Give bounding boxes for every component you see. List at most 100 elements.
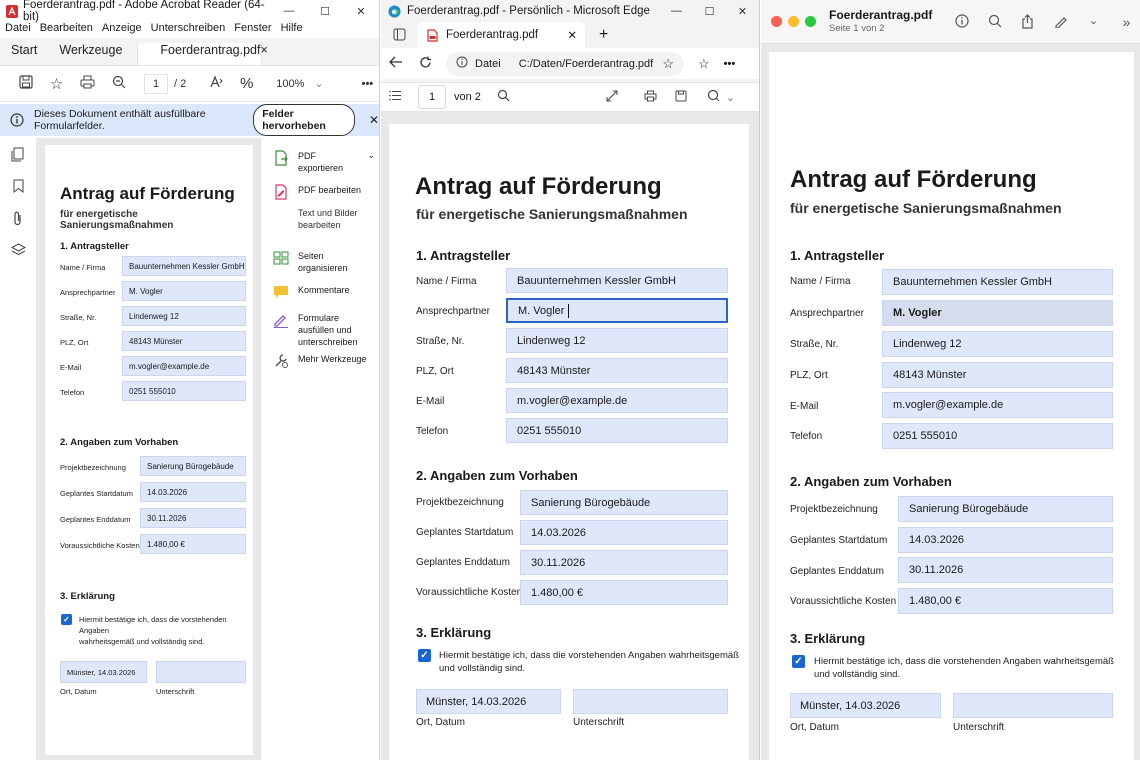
field-street[interactable]: Lindenweg 12	[882, 331, 1113, 357]
attachment-icon[interactable]	[0, 202, 36, 234]
maximize-button[interactable]: ☐	[307, 5, 343, 18]
page-number-input[interactable]: 1	[418, 85, 446, 109]
markup-pen-icon[interactable]	[1044, 14, 1077, 32]
field-name[interactable]: Bauunternehmen Kessler GmbH	[506, 268, 728, 293]
field-start[interactable]: 14.03.2026	[520, 520, 728, 545]
field-name[interactable]: Bauunternehmen Kessler GmbH	[122, 256, 246, 276]
new-tab-button[interactable]: +	[599, 26, 608, 44]
pages-icon[interactable]	[0, 138, 36, 170]
field-city[interactable]: 48143 Münster	[882, 362, 1113, 388]
minimize-button[interactable]: —	[660, 5, 693, 18]
field-email[interactable]: m.vogler@example.de	[122, 356, 246, 376]
tool-edit-pdf[interactable]: PDF bearbeiten	[261, 184, 379, 200]
back-icon[interactable]	[389, 56, 403, 71]
search-icon[interactable]	[497, 89, 510, 105]
field-project[interactable]: Sanierung Bürogebäude	[898, 496, 1113, 522]
field-place-date[interactable]: Münster, 14.03.2026	[790, 693, 941, 718]
zoom-icon[interactable]	[978, 14, 1011, 32]
minimize-dot[interactable]	[788, 16, 799, 27]
field-cost[interactable]: 1.480,00 €	[898, 588, 1113, 614]
url-bar[interactable]: Datei C:/Daten/Foerderantrag.pdf ☆	[446, 51, 684, 76]
expand-more-icon[interactable]: »	[1110, 14, 1140, 32]
field-street[interactable]: Lindenweg 12	[122, 306, 246, 326]
close-window-button[interactable]: ✕	[343, 5, 379, 18]
field-end[interactable]: 30.11.2026	[140, 508, 246, 528]
field-name[interactable]: Bauunternehmen Kessler GmbH	[882, 269, 1113, 295]
more-options-icon[interactable]: •••	[362, 78, 374, 90]
field-signature[interactable]	[156, 661, 246, 683]
percent-tool-icon[interactable]: %	[231, 75, 262, 92]
tab-document[interactable]: Foerderantrag.pdf ×	[137, 43, 268, 65]
field-street[interactable]: Lindenweg 12	[506, 328, 728, 353]
edge-tab[interactable]: Foerderantrag.pdf ✕	[417, 22, 585, 48]
menu-unterschreiben[interactable]: Unterschreiben	[151, 22, 226, 38]
share-icon[interactable]	[1011, 14, 1044, 32]
tab-actions-icon[interactable]	[393, 28, 406, 41]
field-email[interactable]: m.vogler@example.de	[882, 392, 1113, 418]
fit-page-icon[interactable]	[606, 90, 618, 105]
tool-edit-text-images[interactable]: Text und Bilder bearbeiten	[261, 207, 379, 231]
field-contact[interactable]: M. Vogler	[506, 298, 728, 323]
zoom-search-icon[interactable]	[103, 75, 134, 93]
tab-start[interactable]: Start	[0, 43, 48, 65]
bookmark-icon[interactable]	[0, 170, 36, 202]
tool-export-pdf[interactable]: PDF exportieren ⌄	[261, 150, 379, 174]
confirm-checkbox[interactable]: ✓	[418, 649, 431, 662]
tool-more-tools[interactable]: Mehr Werkzeuge	[261, 353, 379, 369]
tool-organize-pages[interactable]: Seiten organisieren	[261, 250, 379, 274]
print-icon[interactable]	[644, 90, 657, 105]
field-start[interactable]: 14.03.2026	[140, 482, 246, 502]
close-window-button[interactable]: ✕	[726, 5, 759, 18]
tab-close-button[interactable]: ×	[260, 43, 267, 57]
field-email[interactable]: m.vogler@example.de	[506, 388, 728, 413]
field-cost[interactable]: 1.480,00 €	[520, 580, 728, 605]
favorites-icon[interactable]: ☆	[698, 56, 710, 72]
field-cost[interactable]: 1.480,00 €	[140, 534, 246, 554]
field-end[interactable]: 30.11.2026	[520, 550, 728, 575]
layers-icon[interactable]	[0, 234, 36, 266]
menu-anzeige[interactable]: Anzeige	[102, 22, 142, 38]
tab-werkzeuge[interactable]: Werkzeuge	[48, 43, 133, 65]
chevron-down-icon[interactable]: ⌄	[314, 77, 323, 90]
field-phone[interactable]: 0251 555010	[882, 423, 1113, 449]
infobar-close-icon[interactable]: ✕	[369, 113, 379, 127]
chevron-down-icon[interactable]: ⌄	[1077, 14, 1110, 32]
zoom-level[interactable]: 100%	[276, 78, 304, 90]
contents-list-icon[interactable]	[389, 90, 402, 104]
menu-fenster[interactable]: Fenster	[234, 22, 271, 38]
field-city[interactable]: 48143 Münster	[506, 358, 728, 383]
field-end[interactable]: 30.11.2026	[898, 557, 1113, 583]
minimize-button[interactable]: —	[271, 5, 307, 18]
close-dot[interactable]	[771, 16, 782, 27]
tab-close-button[interactable]: ✕	[567, 28, 577, 42]
star-icon[interactable]: ☆	[41, 75, 72, 93]
field-city[interactable]: 48143 Münster	[122, 331, 246, 351]
field-place-date[interactable]: Münster, 14.03.2026	[416, 689, 561, 714]
confirm-checkbox[interactable]: ✓	[61, 614, 72, 625]
save-icon[interactable]	[675, 90, 687, 105]
field-phone[interactable]: 0251 555010	[122, 381, 246, 401]
highlight-fields-button[interactable]: Felder hervorheben	[253, 104, 355, 136]
save-icon[interactable]	[10, 74, 41, 93]
refresh-icon[interactable]	[419, 56, 432, 72]
favorite-star-icon[interactable]: ☆	[662, 56, 674, 72]
field-signature[interactable]	[573, 689, 728, 714]
text-select-icon[interactable]	[200, 74, 231, 93]
menu-hilfe[interactable]: Hilfe	[281, 22, 303, 38]
tool-comments[interactable]: Kommentare	[261, 284, 379, 300]
chevron-down-icon[interactable]: ⌄	[726, 91, 735, 104]
zoom-icon[interactable]	[707, 89, 720, 105]
page-number-input[interactable]: 1	[144, 73, 168, 94]
field-project[interactable]: Sanierung Bürogebäude	[140, 456, 246, 476]
field-phone[interactable]: 0251 555010	[506, 418, 728, 443]
field-project[interactable]: Sanierung Bürogebäude	[520, 490, 728, 515]
field-contact[interactable]: M. Vogler	[882, 300, 1113, 326]
field-contact[interactable]: M. Vogler	[122, 281, 246, 301]
info-icon[interactable]	[945, 14, 978, 32]
info-icon[interactable]	[456, 56, 468, 71]
field-start[interactable]: 14.03.2026	[898, 527, 1113, 553]
more-options-icon[interactable]: •••	[724, 58, 736, 70]
chevron-down-icon[interactable]: ⌄	[367, 150, 375, 161]
field-signature[interactable]	[953, 693, 1113, 718]
field-place-date[interactable]: Münster, 14.03.2026	[60, 661, 147, 683]
